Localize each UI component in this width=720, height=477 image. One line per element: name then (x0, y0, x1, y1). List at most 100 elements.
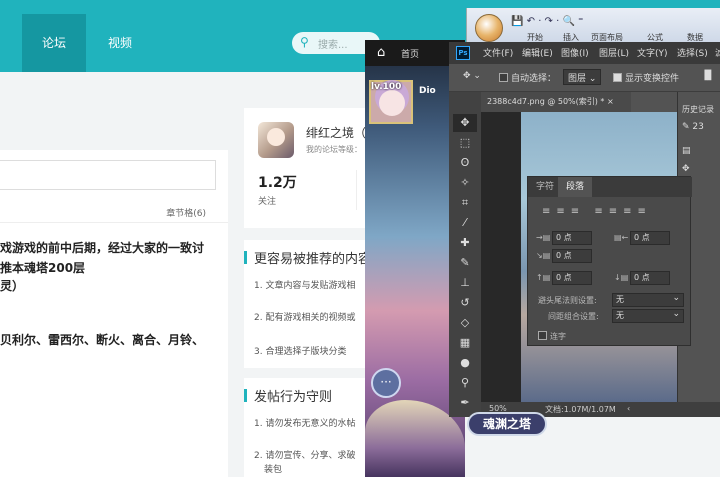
player-name: Dio (419, 86, 436, 96)
list-item: 装包 (264, 465, 283, 475)
blur-tool-icon[interactable]: ● (453, 354, 477, 372)
followers-count: 1.2万 (258, 175, 297, 191)
user-name[interactable]: 绯红之境（ (306, 124, 366, 141)
quick-access-toolbar[interactable]: 💾 ↶ · ↷ · 🔍 ⁼ (511, 16, 583, 27)
home-icon[interactable]: ⌂ (377, 45, 385, 60)
section-title: 更容易被推荐的内容 (243, 248, 371, 267)
history-step-icon[interactable]: ▤ (682, 146, 691, 156)
right-indent-field[interactable]: 0 点 (630, 231, 670, 245)
move-tool-icon[interactable]: ✥ (453, 114, 477, 132)
divider (356, 170, 357, 210)
history-item-label: 23 (692, 122, 704, 132)
user-card: 绯红之境（ 我的论坛等级： 1.2万 关注 (244, 108, 370, 228)
auto-select-label: 自动选择： (511, 74, 557, 84)
scroll-left-icon[interactable]: ‹ (627, 404, 630, 413)
left-indent-field[interactable]: 0 点 (552, 231, 592, 245)
search-icon: ⚲ (300, 35, 309, 49)
rules-card: 发帖行为守则 1. 请勿发布无意义的水帖 2. 请勿宣传、分享、求破 装包 (243, 378, 370, 477)
mojikumi-label: 间距组合设置: (548, 312, 599, 321)
document-tab[interactable]: 2388c4d7.png @ 50%(索引) * × (481, 92, 631, 112)
list-item: 3. 合理选择子版块分类 (254, 347, 347, 357)
align-buttons[interactable]: ≡≡≡ ≡≡≡≡ (542, 206, 652, 217)
tab-paragraph[interactable]: 段落 (558, 177, 593, 197)
move-step-icon[interactable]: ✥ (682, 164, 690, 174)
tab-character[interactable]: 字符 (528, 177, 562, 197)
nav-forum[interactable]: 论坛 (22, 14, 86, 72)
first-indent-field[interactable]: 0 点 (552, 249, 592, 263)
character-face (379, 90, 405, 116)
post-line: 贝利尔、雷西尔、断火、离合、月铃、 (0, 333, 205, 347)
eraser-tool-icon[interactable]: ◇ (453, 314, 477, 332)
kinsoku-select[interactable]: 无 (612, 292, 684, 307)
menu-select[interactable]: 选择(S) (677, 46, 708, 59)
menu-filter[interactable]: 滤 (715, 46, 720, 59)
hyphenate-label: 连字 (550, 332, 566, 341)
ps-logo: Ps (456, 46, 470, 60)
post-line: 灵） (0, 279, 25, 293)
space-before-icon: ↑▤ (536, 273, 551, 282)
space-before-field[interactable]: 0 点 (552, 271, 592, 285)
list-item: 2. 配有游戏相关的视频或 (254, 313, 356, 323)
lasso-tool-icon[interactable]: ʘ (453, 154, 477, 172)
paragraph-panel: 字符 段落 ≡≡≡ ≡≡≡≡ →▤ 0 点 ▤← 0 点 ↘▤ 0 点 ↑▤ 0… (527, 176, 692, 346)
right-indent-icon: ▤← (614, 233, 629, 242)
brush-icon: ✎ (682, 122, 690, 132)
post-card: 章节格(6) 戏游戏的前中后期，经过大家的一致讨 推本魂塔200层 灵） 贝利尔… (0, 150, 228, 477)
dodge-tool-icon[interactable]: ⚲ (453, 374, 477, 392)
office-button[interactable] (475, 14, 503, 42)
stamp-tool-icon[interactable]: ⊥ (453, 274, 477, 292)
home-label[interactable]: 首页 (401, 47, 419, 60)
chat-icon[interactable]: ··· (371, 368, 401, 398)
chapter-index[interactable]: 章节格(6) (166, 206, 206, 219)
healing-brush-icon[interactable]: ✚ (453, 234, 477, 252)
checkbox-icon (499, 73, 508, 82)
doc-size: 文档:1.07M/1.07M (545, 405, 616, 414)
align-icon[interactable]: ▐▌ (701, 71, 715, 81)
history-item[interactable]: ✎ 23 (682, 122, 704, 132)
magic-wand-icon[interactable]: ✧ (453, 174, 477, 192)
follow-label: 关注 (258, 197, 277, 207)
menu-image[interactable]: 图像(I) (561, 46, 589, 59)
move-tool-icon[interactable]: ✥ ⌄ (463, 71, 481, 81)
list-item: 2. 请勿宣传、分享、求破 (254, 451, 356, 461)
level-badge: lv.100 (371, 82, 402, 92)
menu-layer[interactable]: 图层(L) (599, 46, 629, 59)
pen-tool-icon[interactable]: ✒ (453, 394, 477, 412)
left-indent-icon: →▤ (536, 233, 551, 242)
mojikumi-select[interactable]: 无 (612, 308, 684, 323)
layer-select[interactable]: 图层 ⌄ (563, 69, 602, 85)
search-placeholder: 搜索... (318, 40, 348, 51)
history-title[interactable]: 历史记录 (682, 104, 714, 115)
brush-tool-icon[interactable]: ✎ (453, 254, 477, 272)
marquee-tool-icon[interactable]: ⬚ (453, 134, 477, 152)
checkbox-icon (613, 73, 622, 82)
avatar[interactable] (258, 122, 294, 158)
list-item: 1. 请勿发布无意义的水帖 (254, 419, 356, 429)
show-transform-checkbox[interactable]: 显示变换控件 (613, 71, 679, 84)
gradient-tool-icon[interactable]: ▦ (453, 334, 477, 352)
menu-edit[interactable]: 编辑(E) (522, 46, 553, 59)
first-indent-icon: ↘▤ (536, 251, 551, 260)
menu-type[interactable]: 文字(Y) (637, 46, 668, 59)
history-brush-icon[interactable]: ↺ (453, 294, 477, 312)
show-transform-label: 显示变换控件 (625, 74, 680, 84)
crop-tool-icon[interactable]: ⌗ (453, 194, 477, 212)
menu-file[interactable]: 文件(F) (483, 46, 513, 59)
post-line: 推本魂塔200层 (0, 261, 86, 275)
eyedropper-icon[interactable]: ⁄ (453, 214, 477, 232)
hyphenate-checkbox[interactable]: 连字 (538, 331, 566, 342)
layer-select-value: 图层 (568, 74, 587, 84)
checkbox-icon (538, 331, 547, 340)
reply-input[interactable] (0, 160, 216, 190)
office-titlebar: 💾 ↶ · ↷ · 🔍 ⁼ 开始 插入 页面布局 公式 数据 (466, 8, 720, 42)
menu-bar: Ps 文件(F) 编辑(E) 图像(I) 图层(L) 文字(Y) 选择(S) 滤 (449, 42, 720, 64)
divider (0, 222, 228, 223)
nav-video[interactable]: 视频 (92, 14, 148, 72)
game-banner: 魂渊之塔 (467, 412, 547, 436)
list-item: 1. 文章内容与发贴游戏相 (254, 281, 356, 291)
auto-select-checkbox[interactable]: 自动选择： (499, 71, 556, 84)
space-after-field[interactable]: 0 点 (630, 271, 670, 285)
recommend-card: 更容易被推荐的内容 1. 文章内容与发贴游戏相 2. 配有游戏相关的视频或 3.… (243, 240, 371, 368)
tools-panel: ✥ ⬚ ʘ ✧ ⌗ ⁄ ✚ ✎ ⊥ ↺ ◇ ▦ ● ⚲ ✒ (449, 92, 481, 417)
post-line: 戏游戏的前中后期，经过大家的一致讨 (0, 241, 205, 255)
